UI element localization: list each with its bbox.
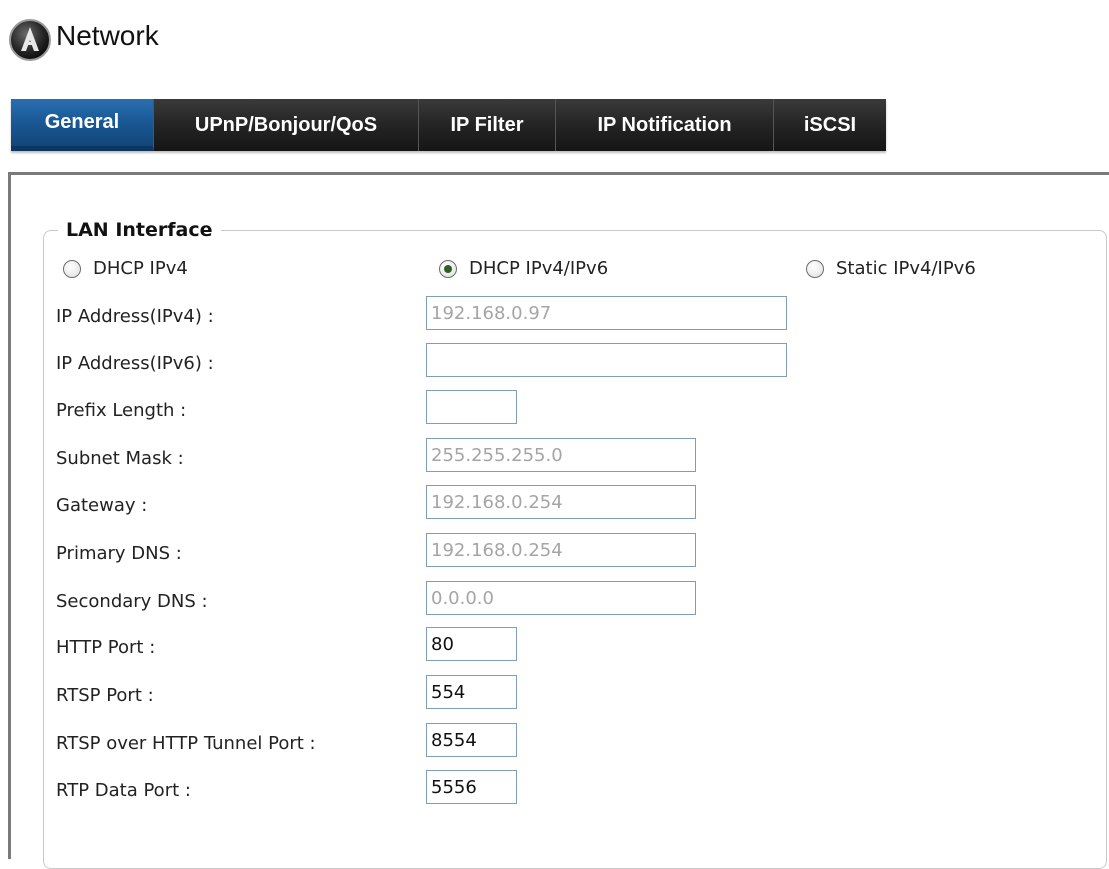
lan-interface-legend: LAN Interface xyxy=(66,219,213,241)
radio-button[interactable] xyxy=(63,259,81,278)
radio-button[interactable] xyxy=(439,259,457,278)
subnet-mask-input[interactable] xyxy=(426,438,696,472)
rtp-data-port-input[interactable] xyxy=(426,770,517,804)
radio-dhcp-ipv4[interactable]: DHCP IPv4 xyxy=(63,258,188,279)
secondary-dns-label: Secondary DNS : xyxy=(56,591,208,612)
tab-bar: General UPnP/Bonjour/QoS IP Filter IP No… xyxy=(11,99,886,151)
ipv6-label: IP Address(IPv6) : xyxy=(56,353,214,374)
rtsp-port-label: RTSP Port : xyxy=(56,685,154,706)
radio-label: DHCP IPv4/IPv6 xyxy=(469,258,609,279)
http-port-input[interactable] xyxy=(426,627,517,661)
rtsp-port-input[interactable] xyxy=(426,675,517,709)
rtsp-over-http-port-label: RTSP over HTTP Tunnel Port : xyxy=(56,733,316,754)
primary-dns-input[interactable] xyxy=(426,533,696,567)
ipv6-address-input[interactable] xyxy=(426,343,787,377)
tab-general[interactable]: General xyxy=(11,99,154,151)
page-title: Network xyxy=(56,20,159,51)
subnet-mask-label: Subnet Mask : xyxy=(56,448,184,469)
radio-static-ipv4-ipv6[interactable]: Static IPv4/IPv6 xyxy=(806,258,976,279)
radio-selected-dot xyxy=(444,264,452,273)
tab-iscsi[interactable]: iSCSI xyxy=(774,99,886,151)
prefix-length-label: Prefix Length : xyxy=(56,400,187,421)
radio-dhcp-ipv4-ipv6[interactable]: DHCP IPv4/IPv6 xyxy=(439,258,608,279)
ipv4-address-input[interactable] xyxy=(426,296,787,330)
tab-upnp-bonjour-qos[interactable]: UPnP/Bonjour/QoS xyxy=(154,99,419,151)
secondary-dns-input[interactable] xyxy=(426,581,696,615)
ipv4-label: IP Address(IPv4) : xyxy=(56,306,214,327)
http-port-label: HTTP Port : xyxy=(56,637,156,658)
radio-button[interactable] xyxy=(806,259,824,278)
primary-dns-label: Primary DNS : xyxy=(56,543,182,564)
tab-ip-filter[interactable]: IP Filter xyxy=(419,99,556,151)
prefix-length-input[interactable] xyxy=(426,390,517,424)
rtp-data-port-label: RTP Data Port : xyxy=(56,780,191,801)
network-logo-icon xyxy=(9,19,51,61)
radio-label: Static IPv4/IPv6 xyxy=(836,258,976,279)
tab-ip-notification[interactable]: IP Notification xyxy=(556,99,774,151)
page-header: Network xyxy=(8,18,159,62)
rtsp-over-http-port-input[interactable] xyxy=(426,723,517,757)
radio-label: DHCP IPv4 xyxy=(93,258,188,279)
gateway-label: Gateway : xyxy=(56,495,148,516)
gateway-input[interactable] xyxy=(426,485,696,519)
